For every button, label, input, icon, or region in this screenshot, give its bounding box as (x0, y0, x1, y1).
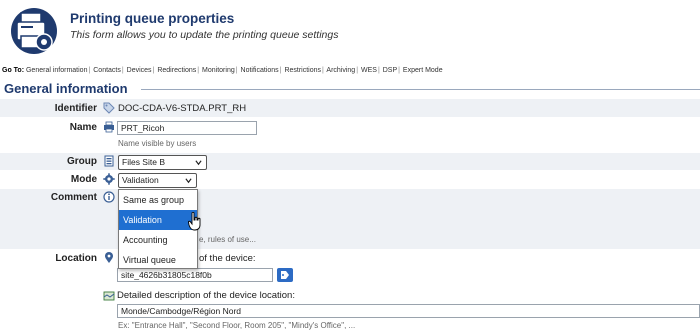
nav-separator: | (279, 67, 282, 74)
detail-location-caption: Detailed description of the device locat… (117, 290, 295, 301)
nav-separator: | (356, 67, 359, 74)
printer-icon (104, 121, 114, 133)
chevron-down-icon (185, 178, 192, 184)
section-divider (141, 89, 700, 90)
chevron-down-icon (195, 160, 202, 166)
page-title: Printing queue properties (70, 11, 235, 26)
detail-location-hint: Ex: "Entrance Hall", "Second Floor, Room… (118, 321, 356, 330)
identifier-label: Identifier (54, 103, 97, 114)
identifier-value: DOC-CDA-V6-STDA.PRT_RH (118, 103, 247, 114)
hand-cursor-icon (188, 212, 201, 231)
map-icon (103, 291, 115, 301)
browse-location-button[interactable] (277, 268, 293, 282)
group-select[interactable]: Files Site B (118, 155, 207, 170)
detail-location-input[interactable]: Monde/Cambodge/Région Nord (117, 304, 700, 318)
name-hint: Name visible by users (118, 139, 197, 148)
mode-select[interactable]: Validation (118, 173, 197, 188)
nav-separator: | (235, 67, 238, 74)
mode-option-same-as-group[interactable]: Same as group (119, 190, 197, 210)
tag-icon (281, 271, 289, 279)
network-location-input[interactable]: site_4626b31805c18f0b (117, 268, 273, 282)
group-select-value: Files Site B (122, 157, 165, 167)
tag-icon (103, 102, 115, 114)
goto-link-archiving[interactable]: Archiving (326, 67, 355, 74)
goto-link-expert-mode[interactable]: Expert Mode (403, 67, 443, 74)
info-icon (103, 191, 115, 203)
mode-option-virtual-queue[interactable]: Virtual queue (119, 250, 197, 270)
group-icon (104, 155, 114, 167)
location-label: Location (55, 253, 97, 264)
goto-link-wes[interactable]: WES (361, 67, 377, 74)
mode-label: Mode (70, 174, 97, 185)
goto-link-monitoring[interactable]: Monitoring (202, 67, 235, 74)
mode-option-validation[interactable]: Validation (119, 210, 197, 230)
nav-separator: | (88, 67, 91, 74)
page-header: Printing queue properties This form allo… (0, 0, 700, 60)
name-label: Name (69, 122, 97, 133)
goto-link-notifications[interactable]: Notifications (241, 67, 279, 74)
network-location-caption: of the device: (199, 253, 256, 264)
mode-option-accounting[interactable]: Accounting (119, 230, 197, 250)
nav-separator: | (377, 67, 380, 74)
comment-label: Comment (50, 192, 97, 203)
page-subtitle: This form allows you to update the print… (70, 29, 339, 41)
mode-dropdown-list: Same as group Validation Accounting Virt… (118, 189, 198, 269)
nav-separator: | (322, 67, 324, 74)
group-label: Group (67, 156, 97, 167)
goto-nav: Go To: General information| Contacts| De… (2, 67, 443, 74)
goto-link-devices[interactable]: Devices (127, 67, 152, 74)
goto-link-restrictions[interactable]: Restrictions (284, 67, 321, 74)
printer-settings-icon (11, 8, 57, 54)
goto-label: Go To: (2, 67, 25, 74)
goto-link-contacts[interactable]: Contacts (93, 67, 121, 74)
name-input[interactable]: PRT_Ricoh (117, 121, 257, 135)
gear-icon (103, 173, 115, 185)
nav-separator: | (152, 67, 155, 74)
nav-separator: | (398, 67, 400, 74)
location-pin-icon (105, 252, 113, 263)
mode-select-value: Validation (122, 175, 159, 185)
section-title: General information (4, 81, 128, 96)
goto-link-redirections[interactable]: Redirections (157, 67, 196, 74)
goto-link-dsp[interactable]: DSP (383, 67, 397, 74)
nav-separator: | (121, 67, 124, 74)
nav-separator: | (197, 67, 200, 74)
comment-hint: e, rules of use... (199, 235, 256, 244)
goto-link-general-information[interactable]: General information (26, 67, 87, 74)
